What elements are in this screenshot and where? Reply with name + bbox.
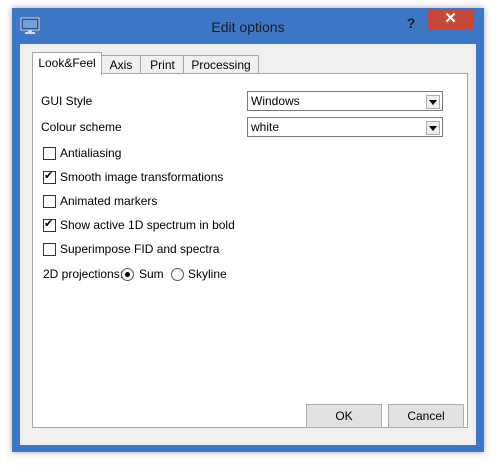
colour-scheme-label: Colour scheme	[41, 120, 122, 134]
edit-options-window: Edit options ? ✕ Look&Feel Axis Print Pr…	[12, 8, 484, 452]
gui-style-label: GUI Style	[41, 94, 93, 108]
animated-markers-label: Animated markers	[60, 194, 158, 208]
look-feel-panel: GUI Style Windows Colour scheme white An…	[32, 73, 468, 428]
gui-style-value: Windows	[251, 94, 300, 108]
ok-button[interactable]: OK	[306, 404, 382, 428]
dialog-client: Look&Feel Axis Print Processing GUI Styl…	[20, 44, 476, 445]
projection-skyline-radio[interactable]	[171, 268, 184, 281]
tab-processing[interactable]: Processing	[183, 55, 259, 74]
cancel-button[interactable]: Cancel	[388, 404, 464, 428]
antialiasing-checkbox[interactable]	[43, 147, 56, 160]
projection-skyline-label: Skyline	[188, 267, 227, 281]
tab-axis[interactable]: Axis	[100, 55, 142, 74]
chevron-down-icon[interactable]	[426, 95, 440, 109]
smooth-image-label: Smooth image transformations	[60, 170, 224, 184]
tab-print[interactable]: Print	[140, 55, 185, 74]
close-button[interactable]: ✕	[427, 9, 474, 29]
help-button[interactable]: ?	[398, 12, 424, 34]
show-active-1d-label: Show active 1D spectrum in bold	[60, 218, 235, 232]
gui-style-select[interactable]: Windows	[247, 91, 443, 111]
smooth-image-checkbox[interactable]	[43, 169, 56, 184]
projection-sum-label: Sum	[139, 267, 164, 281]
superimpose-fid-label: Superimpose FID and spectra	[60, 242, 220, 256]
colour-scheme-value: white	[251, 120, 280, 134]
tab-look-feel[interactable]: Look&Feel	[32, 52, 102, 75]
projections-label: 2D projections:	[43, 267, 124, 281]
chevron-down-icon[interactable]	[426, 121, 440, 135]
superimpose-fid-checkbox[interactable]	[43, 243, 56, 256]
title-bar[interactable]: Edit options ? ✕	[12, 8, 484, 44]
antialiasing-label: Antialiasing	[60, 146, 122, 160]
show-active-1d-checkbox[interactable]	[43, 217, 56, 232]
animated-markers-checkbox[interactable]	[43, 195, 56, 208]
colour-scheme-select[interactable]: white	[247, 117, 443, 137]
projection-sum-radio[interactable]	[121, 268, 134, 281]
